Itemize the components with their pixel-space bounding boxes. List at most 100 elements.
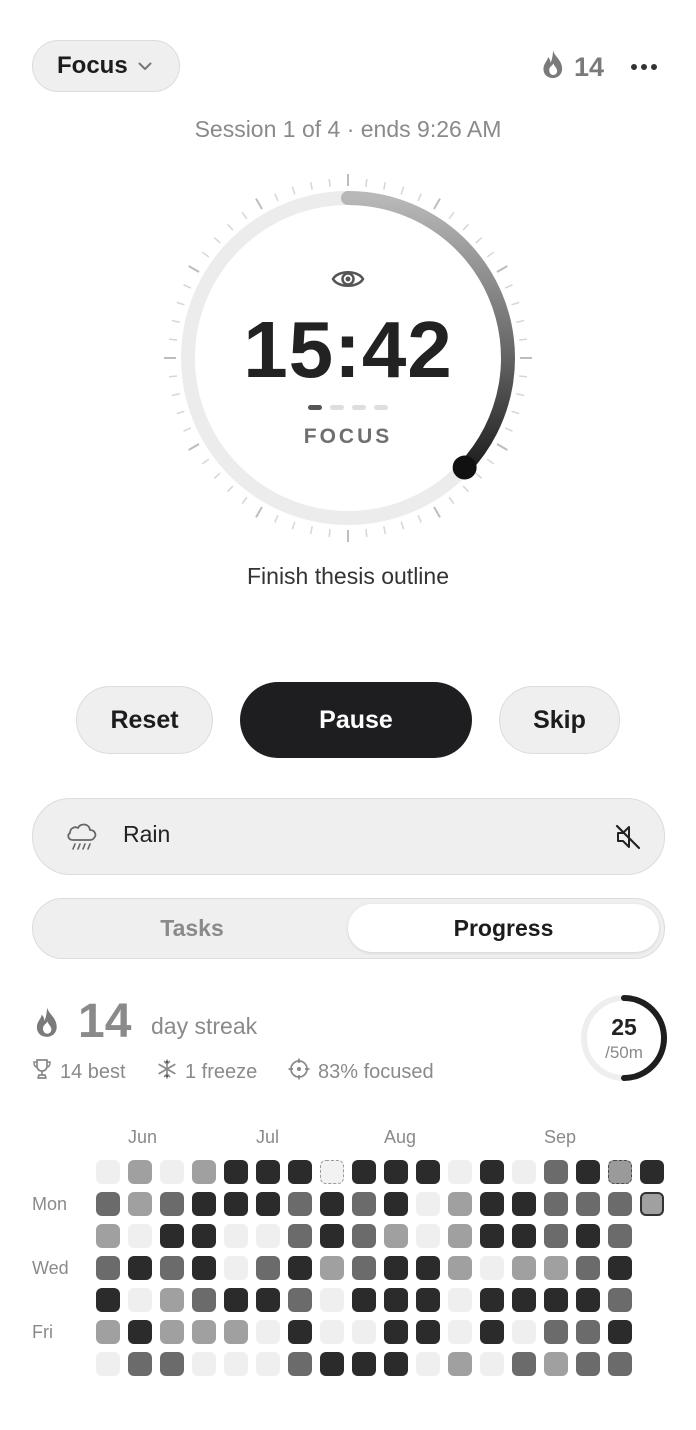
heatmap-cell[interactable] <box>416 1160 440 1184</box>
heatmap-cell[interactable] <box>480 1192 504 1216</box>
heatmap-cell[interactable] <box>512 1192 536 1216</box>
heatmap-cell[interactable] <box>160 1320 184 1344</box>
heatmap-cell[interactable] <box>320 1320 344 1344</box>
heatmap-cell[interactable] <box>608 1192 632 1216</box>
heatmap-cell[interactable] <box>288 1160 312 1184</box>
heatmap-cell[interactable] <box>480 1256 504 1280</box>
heatmap-cell[interactable] <box>224 1320 248 1344</box>
heatmap-cell[interactable] <box>192 1160 216 1184</box>
heatmap-cell[interactable] <box>96 1352 120 1376</box>
heatmap-cell[interactable] <box>128 1352 152 1376</box>
heatmap-cell[interactable] <box>224 1256 248 1280</box>
heatmap-cell[interactable] <box>288 1192 312 1216</box>
heatmap-cell[interactable] <box>288 1288 312 1312</box>
heatmap-cell[interactable] <box>384 1320 408 1344</box>
heatmap-cell[interactable] <box>448 1192 472 1216</box>
heatmap-cell[interactable] <box>416 1256 440 1280</box>
heatmap-cell[interactable] <box>352 1288 376 1312</box>
heatmap-cell[interactable] <box>320 1352 344 1376</box>
heatmap-cell[interactable] <box>512 1352 536 1376</box>
heatmap-cell[interactable] <box>288 1256 312 1280</box>
heatmap-cell[interactable] <box>576 1256 600 1280</box>
mode-selector[interactable]: Focus <box>32 40 180 92</box>
heatmap-cell[interactable] <box>576 1224 600 1248</box>
heatmap-cell[interactable] <box>608 1320 632 1344</box>
heatmap-cell[interactable] <box>416 1224 440 1248</box>
heatmap-cell[interactable] <box>384 1160 408 1184</box>
heatmap-cell[interactable] <box>448 1160 472 1184</box>
heatmap-cell[interactable] <box>384 1352 408 1376</box>
heatmap-cell[interactable] <box>576 1320 600 1344</box>
heatmap-cell[interactable] <box>608 1160 632 1184</box>
heatmap-cell[interactable] <box>416 1192 440 1216</box>
heatmap-cell[interactable] <box>320 1192 344 1216</box>
heatmap-cell[interactable] <box>192 1352 216 1376</box>
heatmap-cell[interactable] <box>448 1224 472 1248</box>
heatmap-cell[interactable] <box>384 1224 408 1248</box>
heatmap-cell[interactable] <box>288 1224 312 1248</box>
heatmap-cell[interactable] <box>160 1192 184 1216</box>
heatmap-cell[interactable] <box>352 1192 376 1216</box>
heatmap-cell[interactable] <box>128 1192 152 1216</box>
heatmap-cell[interactable] <box>352 1352 376 1376</box>
heatmap-cell[interactable] <box>192 1320 216 1344</box>
more-options-button[interactable] <box>626 52 662 82</box>
heatmap-cell[interactable] <box>608 1224 632 1248</box>
heatmap-cell[interactable] <box>256 1160 280 1184</box>
heatmap-cell[interactable] <box>512 1320 536 1344</box>
heatmap-cell[interactable] <box>576 1288 600 1312</box>
skip-button[interactable]: Skip <box>499 686 620 754</box>
heatmap-cell[interactable] <box>608 1352 632 1376</box>
heatmap-cell[interactable] <box>480 1160 504 1184</box>
heatmap-cell[interactable] <box>160 1224 184 1248</box>
heatmap-cell[interactable] <box>128 1256 152 1280</box>
heatmap-cell[interactable] <box>96 1224 120 1248</box>
heatmap-cell[interactable] <box>288 1352 312 1376</box>
heatmap-cell[interactable] <box>128 1160 152 1184</box>
heatmap-cell[interactable] <box>160 1288 184 1312</box>
heatmap-cell[interactable] <box>96 1256 120 1280</box>
heatmap-cell[interactable] <box>576 1352 600 1376</box>
heatmap-cell[interactable] <box>256 1352 280 1376</box>
heatmap-cell[interactable] <box>160 1160 184 1184</box>
heatmap-cell[interactable] <box>96 1160 120 1184</box>
heatmap-cell[interactable] <box>192 1288 216 1312</box>
heatmap-cell[interactable] <box>224 1288 248 1312</box>
heatmap-cell[interactable] <box>480 1352 504 1376</box>
heatmap-cell[interactable] <box>480 1288 504 1312</box>
heatmap-cell[interactable] <box>224 1192 248 1216</box>
heatmap-cell[interactable] <box>480 1320 504 1344</box>
heatmap-cell[interactable] <box>256 1224 280 1248</box>
heatmap-cell[interactable] <box>96 1192 120 1216</box>
heatmap-cell[interactable] <box>384 1256 408 1280</box>
heatmap-cell[interactable] <box>128 1288 152 1312</box>
heatmap-cell[interactable] <box>160 1256 184 1280</box>
heatmap-cell[interactable] <box>224 1160 248 1184</box>
reset-button[interactable]: Reset <box>76 686 213 754</box>
heatmap-cell[interactable] <box>512 1224 536 1248</box>
heatmap-cell[interactable] <box>384 1192 408 1216</box>
heatmap-cell[interactable] <box>512 1256 536 1280</box>
speaker-muted-icon[interactable] <box>613 822 643 852</box>
heatmap-cell[interactable] <box>448 1288 472 1312</box>
heatmap-cell[interactable] <box>544 1320 568 1344</box>
heatmap-cell[interactable] <box>320 1256 344 1280</box>
heatmap-cell[interactable] <box>416 1288 440 1312</box>
heatmap-cell[interactable] <box>128 1224 152 1248</box>
heatmap-cell[interactable] <box>224 1352 248 1376</box>
eye-icon[interactable] <box>331 264 365 294</box>
heatmap-cell[interactable] <box>384 1288 408 1312</box>
heatmap-cell[interactable] <box>576 1160 600 1184</box>
heatmap-cell[interactable] <box>288 1320 312 1344</box>
heatmap-cell[interactable] <box>256 1192 280 1216</box>
heatmap-cell[interactable] <box>352 1224 376 1248</box>
heatmap-cell[interactable] <box>544 1288 568 1312</box>
heatmap-cell[interactable] <box>448 1256 472 1280</box>
heatmap-cell[interactable] <box>320 1224 344 1248</box>
heatmap-cell[interactable] <box>640 1160 664 1184</box>
heatmap-cell[interactable] <box>128 1320 152 1344</box>
heatmap-cell[interactable] <box>480 1224 504 1248</box>
heatmap-cell[interactable] <box>512 1160 536 1184</box>
heatmap-cell[interactable] <box>352 1160 376 1184</box>
heatmap-cell[interactable] <box>352 1320 376 1344</box>
